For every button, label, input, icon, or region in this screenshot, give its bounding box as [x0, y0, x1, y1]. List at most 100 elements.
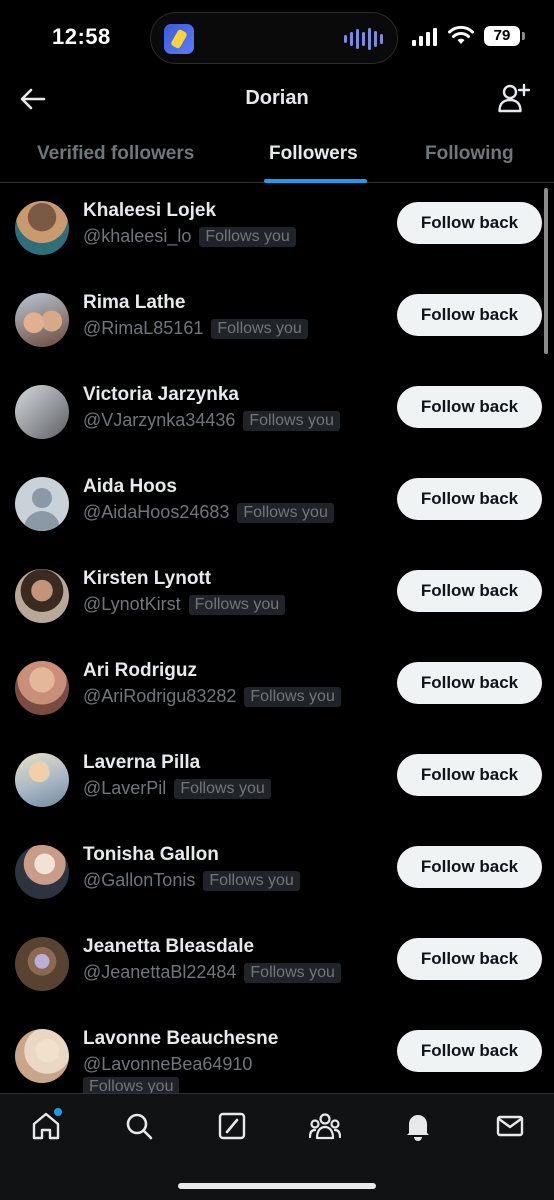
follows-you-badge: Follows you: [199, 226, 296, 247]
handle-line: @VJarzynka34436 Follows you: [83, 410, 340, 431]
status-bar: 12:58 79: [0, 0, 554, 76]
scrollbar[interactable]: [544, 188, 548, 354]
avatar[interactable]: [15, 661, 69, 715]
follow-back-button[interactable]: Follow back: [397, 846, 542, 888]
follower-row[interactable]: Lavonne Beauchesne @LavonneBea64910 Foll…: [0, 1011, 554, 1093]
user-handle: @AriRodrigu83282: [83, 686, 237, 706]
cellular-signal-icon: [412, 28, 437, 46]
user-handle: @GallonTonis: [83, 870, 196, 890]
avatar[interactable]: [15, 937, 69, 991]
page-title: Dorian: [245, 87, 309, 109]
follower-row[interactable]: Khaleesi Lojek @khaleesi_lo Follows you …: [0, 183, 554, 275]
nav-communities[interactable]: [309, 1110, 341, 1142]
follows-you-badge: Follows you: [174, 778, 271, 799]
followers-list[interactable]: Khaleesi Lojek @khaleesi_lo Follows you …: [0, 183, 554, 1093]
follow-back-button[interactable]: Follow back: [397, 478, 542, 520]
nav-notifications[interactable]: [402, 1110, 434, 1142]
follower-row[interactable]: Kirsten Lynott @LynotKirst Follows you F…: [0, 551, 554, 643]
user-name[interactable]: Tonisha Gallon: [83, 844, 219, 866]
home-indicator[interactable]: [178, 1183, 376, 1189]
avatar[interactable]: [15, 753, 69, 807]
nav-search[interactable]: [123, 1110, 155, 1142]
user-handle: @LynotKirst: [83, 594, 181, 614]
tab-verified-followers[interactable]: Verified followers: [37, 126, 194, 182]
follow-back-button[interactable]: Follow back: [397, 570, 542, 612]
grok-icon: [218, 1112, 246, 1140]
follow-back-button[interactable]: Follow back: [397, 938, 542, 980]
messages-icon: [496, 1115, 524, 1137]
handle-line: @GallonTonis Follows you: [83, 870, 300, 891]
follows-you-badge: Follows you: [188, 594, 286, 615]
avatar[interactable]: [15, 385, 69, 439]
user-name[interactable]: Jeanetta Bleasdale: [83, 936, 254, 958]
tab-followers[interactable]: Followers: [269, 126, 358, 182]
handle-line: @LynotKirst Follows you: [83, 594, 286, 615]
handle-line: @RimaL85161 Follows you: [83, 318, 308, 339]
user-handle: @khaleesi_lo: [83, 226, 192, 246]
nav-messages[interactable]: [494, 1110, 526, 1142]
follow-back-button[interactable]: Follow back: [397, 294, 542, 336]
dynamic-island[interactable]: [150, 12, 398, 64]
follower-tabs: Verified followers Followers Following: [0, 126, 554, 183]
nav-grok[interactable]: [216, 1110, 248, 1142]
user-name[interactable]: Victoria Jarzynka: [83, 384, 239, 406]
avatar[interactable]: [15, 845, 69, 899]
user-handle: @LaverPil: [83, 778, 167, 798]
battery-tip: [522, 32, 525, 40]
follows-you-badge: Follows you: [203, 870, 300, 891]
user-name[interactable]: Laverna Pilla: [83, 752, 200, 774]
status-time: 12:58: [52, 24, 111, 49]
handle-line: @JeanettaBl22484 Follows you: [83, 962, 341, 983]
default-avatar-icon[interactable]: [15, 477, 69, 531]
notifications-icon: [407, 1115, 429, 1141]
avatar[interactable]: [15, 201, 69, 255]
user-name[interactable]: Lavonne Beauchesne: [83, 1028, 278, 1050]
user-handle: @RimaL85161: [83, 318, 204, 338]
follower-row[interactable]: Aida Hoos @AidaHoos24683 Follows you Fol…: [0, 459, 554, 551]
handle-line: @LaverPil Follows you: [83, 778, 271, 799]
user-handle: @AidaHoos24683: [83, 502, 230, 522]
handle-line: @AriRodrigu83282 Follows you: [83, 686, 341, 707]
follower-row[interactable]: Jeanetta Bleasdale @JeanettaBl22484 Foll…: [0, 919, 554, 1011]
follows-you-badge: Follows you: [211, 318, 308, 339]
communities-icon: [309, 1113, 341, 1140]
follow-back-button[interactable]: Follow back: [397, 386, 542, 428]
follow-back-button[interactable]: Follow back: [397, 662, 542, 704]
user-handle: @LavonneBea64910: [83, 1054, 253, 1074]
follow-back-button[interactable]: Follow back: [397, 202, 542, 244]
handle-line: @LavonneBea64910 Follows you: [83, 1054, 252, 1093]
follows-you-badge: Follows you: [83, 1077, 180, 1093]
add-user-icon: [498, 83, 530, 113]
profile-header: Dorian: [0, 76, 554, 126]
search-icon: [126, 1113, 153, 1140]
app-activity-icon: [164, 24, 194, 54]
follows-you-badge: Follows you: [244, 686, 341, 707]
handle-line: @AidaHoos24683 Follows you: [83, 502, 334, 523]
follower-row[interactable]: Laverna Pilla @LaverPil Follows you Foll…: [0, 735, 554, 827]
follow-back-button[interactable]: Follow back: [397, 754, 542, 796]
follow-back-button[interactable]: Follow back: [397, 1030, 542, 1072]
user-name[interactable]: Khaleesi Lojek: [83, 200, 216, 222]
audio-wave-icon: [344, 28, 383, 50]
tab-following[interactable]: Following: [425, 126, 514, 182]
follower-row[interactable]: Tonisha Gallon @GallonTonis Follows you …: [0, 827, 554, 919]
user-handle: @VJarzynka34436: [83, 410, 236, 430]
add-user-button[interactable]: [496, 80, 532, 116]
follower-row[interactable]: Victoria Jarzynka @VJarzynka34436 Follow…: [0, 367, 554, 459]
nav-home[interactable]: [30, 1108, 62, 1142]
user-name[interactable]: Ari Rodriguz: [83, 660, 197, 682]
avatar[interactable]: [15, 1029, 69, 1083]
user-name[interactable]: Aida Hoos: [83, 476, 177, 498]
follows-you-badge: Follows you: [243, 410, 340, 431]
follows-you-badge: Follows you: [237, 502, 334, 523]
avatar[interactable]: [15, 569, 69, 623]
battery-level: 79: [484, 26, 520, 46]
user-name[interactable]: Rima Lathe: [83, 292, 185, 314]
user-handle: @JeanettaBl22484: [83, 962, 237, 982]
follows-you-badge: Follows you: [244, 962, 341, 983]
follower-row[interactable]: Rima Lathe @RimaL85161 Follows you Follo…: [0, 275, 554, 367]
follower-row[interactable]: Ari Rodriguz @AriRodrigu83282 Follows yo…: [0, 643, 554, 735]
user-name[interactable]: Kirsten Lynott: [83, 568, 211, 590]
avatar[interactable]: [15, 293, 69, 347]
wifi-icon: [448, 25, 474, 44]
